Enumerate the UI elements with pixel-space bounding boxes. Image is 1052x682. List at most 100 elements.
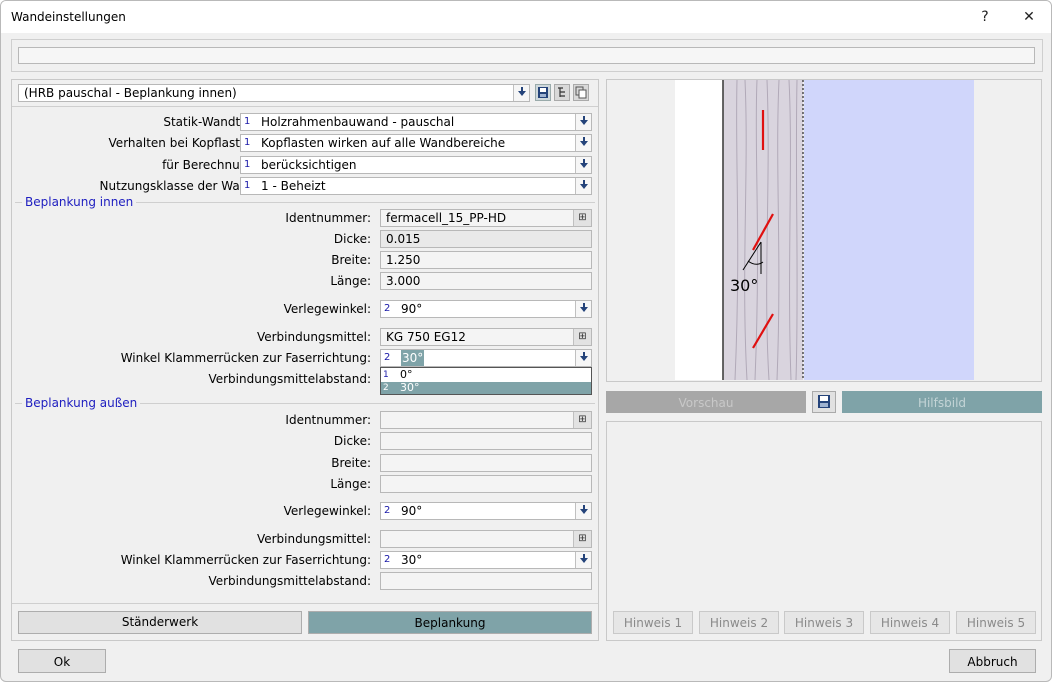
preset-value: (HRB pauschal - Beplankung innen): [24, 86, 237, 100]
option-value: Kopflasten wirken auf alle Wandbereiche: [261, 136, 506, 150]
cancel-button[interactable]: Abbruch: [949, 649, 1036, 673]
winkel-innen-label: Winkel Klammerrücken zur Faserrichtung:: [120, 351, 371, 365]
hinweis-5-button[interactable]: Hinweis 5: [956, 611, 1036, 634]
option-value: 90°: [401, 504, 423, 518]
close-button[interactable]: ✕: [1015, 7, 1043, 27]
laenge-aussen-label: Länge:: [330, 477, 371, 491]
statik-wandtyp-select[interactable]: 1 Holzrahmenbauwand - pauschal: [240, 113, 592, 131]
chevron-down-icon[interactable]: [575, 301, 591, 317]
progress-bar: [18, 47, 1035, 64]
hinweis-3-button[interactable]: Hinweis 3: [784, 611, 864, 634]
tab-staenderwerk[interactable]: Ständerwerk: [18, 611, 302, 634]
laenge-aussen-field[interactable]: [380, 475, 592, 493]
winkel-aussen-select[interactable]: 2 30°: [380, 551, 592, 569]
section-title-innen: Beplankung innen: [22, 195, 137, 209]
option-index: 1: [244, 180, 251, 191]
title-bar: Wandeinstellungen ? ✕: [1, 1, 1051, 33]
verbindungsmittel-innen-field[interactable]: KG 750 EG12 ⊞: [380, 328, 592, 346]
help-button[interactable]: ?: [971, 7, 999, 27]
dialog-window: Wandeinstellungen ? ✕ (HRB pauschal - Be…: [0, 0, 1052, 682]
option-value: 30°: [401, 553, 423, 567]
chevron-down-icon[interactable]: [575, 157, 591, 173]
angle-label: 30°: [730, 276, 758, 295]
ident-innen-label: Identnummer:: [285, 211, 371, 225]
option-index: 2: [384, 303, 391, 314]
tree-icon[interactable]: ⊞: [573, 329, 591, 345]
verbindungsmittel-aussen-label: Verbindungsmittel:: [256, 532, 371, 546]
tree-icon[interactable]: ⊞: [573, 412, 591, 428]
berechnung-select[interactable]: 1 berücksichtigen: [240, 156, 592, 174]
option-value: 0°: [400, 368, 413, 381]
option-index: 1: [244, 159, 251, 170]
abstand-aussen-field[interactable]: [380, 572, 592, 590]
ident-aussen-field[interactable]: ⊞: [380, 411, 592, 429]
verlegewinkel-innen-label: Verlegewinkel:: [283, 302, 371, 316]
option-value: 90°: [401, 302, 423, 316]
save-preview-icon[interactable]: [812, 391, 836, 413]
section-title-aussen: Beplankung außen: [22, 396, 141, 410]
breite-aussen-label: Breite:: [331, 456, 371, 470]
nutzungsklasse-select[interactable]: 1 1 - Beheizt: [240, 177, 592, 195]
nutzungsklasse-label: Nutzungsklasse der Wand:: [99, 179, 259, 193]
option-value: 30°: [400, 381, 420, 394]
chevron-down-icon[interactable]: [575, 135, 591, 151]
verlegewinkel-aussen-select[interactable]: 2 90°: [380, 502, 592, 520]
option-index: 2: [384, 352, 391, 363]
winkel-dropdown-list: 1 0° 2 30°: [380, 367, 592, 395]
verlegewinkel-innen-select[interactable]: 2 90°: [380, 300, 592, 318]
window-title: Wandeinstellungen: [11, 10, 126, 24]
tab-beplankung[interactable]: Beplankung: [308, 611, 592, 634]
chevron-down-icon[interactable]: [575, 503, 591, 519]
breite-innen-label: Breite:: [331, 253, 371, 267]
chevron-down-icon[interactable]: [575, 552, 591, 568]
dicke-innen-label: Dicke:: [333, 232, 371, 246]
option-index: 2: [384, 554, 391, 565]
tree-icon[interactable]: ⊞: [573, 531, 591, 547]
dicke-innen-field: 0.015: [380, 230, 592, 248]
winkel-innen-select[interactable]: 2 30°: [380, 349, 592, 367]
tree-icon[interactable]: [554, 84, 570, 101]
hinweis-2-button[interactable]: Hinweis 2: [699, 611, 779, 634]
chevron-down-icon[interactable]: [575, 114, 591, 130]
dicke-aussen-label: Dicke:: [333, 434, 371, 448]
divider: [12, 603, 598, 604]
chevron-down-icon[interactable]: [575, 178, 591, 194]
dropdown-option[interactable]: 1 0°: [381, 369, 591, 381]
vorschau-button[interactable]: Vorschau: [606, 391, 806, 413]
hilfsbild-button[interactable]: Hilfsbild: [842, 391, 1042, 413]
verbindungsmittel-aussen-field[interactable]: ⊞: [380, 530, 592, 548]
chevron-down-icon[interactable]: [513, 85, 529, 101]
wall-preview-image: 30°: [675, 80, 974, 380]
option-value: Holzrahmenbauwand - pauschal: [261, 115, 455, 129]
laenge-innen-field[interactable]: 3.000: [380, 272, 592, 290]
kopflasten-select[interactable]: 1 Kopflasten wirken auf alle Wandbereich…: [240, 134, 592, 152]
abstand-innen-label: Verbindungsmittelabstand:: [208, 372, 371, 386]
breite-aussen-field[interactable]: [380, 454, 592, 472]
option-value: berücksichtigen: [261, 158, 357, 172]
ident-innen-field[interactable]: fermacell_15_PP-HD ⊞: [380, 209, 592, 227]
dropdown-option-selected[interactable]: 2 30°: [381, 382, 591, 394]
verbindungsmittel-innen-label: Verbindungsmittel:: [256, 330, 371, 344]
chevron-down-icon[interactable]: [575, 350, 591, 366]
preset-select[interactable]: (HRB pauschal - Beplankung innen): [18, 84, 530, 102]
divider: [12, 106, 598, 107]
option-index: 1: [383, 370, 389, 380]
save-icon[interactable]: [535, 84, 551, 101]
tree-icon[interactable]: ⊞: [573, 210, 591, 226]
copy-icon[interactable]: [573, 84, 589, 101]
verbindungsmittel-innen-value: KG 750 EG12: [386, 330, 466, 344]
ident-innen-value: fermacell_15_PP-HD: [386, 211, 507, 225]
option-index: 1: [244, 116, 251, 127]
winkel-aussen-label: Winkel Klammerrücken zur Faserrichtung:: [120, 553, 371, 567]
hinweis-4-button[interactable]: Hinweis 4: [870, 611, 950, 634]
hinweis-1-button[interactable]: Hinweis 1: [613, 611, 693, 634]
hinweis-panel: [606, 421, 1042, 641]
option-value: 30°: [401, 350, 425, 366]
ident-aussen-label: Identnummer:: [285, 413, 371, 427]
berechnung-label: für Berechnung:: [162, 158, 259, 172]
laenge-innen-label: Länge:: [330, 274, 371, 288]
breite-innen-field[interactable]: 1.250: [380, 251, 592, 269]
ok-button[interactable]: Ok: [18, 649, 106, 673]
option-index: 2: [383, 383, 389, 393]
dicke-aussen-field[interactable]: [380, 432, 592, 450]
